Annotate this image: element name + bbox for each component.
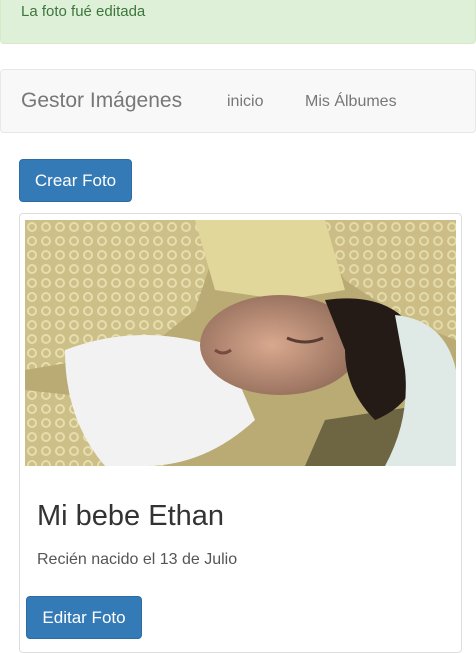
edit-photo-button[interactable]: Editar Foto xyxy=(26,596,142,639)
alert-message: La foto fué editada xyxy=(21,3,146,20)
navbar: Gestor Imágenes inicio Mis Álbumes xyxy=(0,69,476,133)
newborn-photo-graphic xyxy=(25,220,456,466)
create-photo-button[interactable]: Crear Foto xyxy=(19,159,132,202)
photo-title: Mi bebe Ethan xyxy=(37,500,225,532)
photo-image xyxy=(25,220,456,466)
photo-description: Recién nacido el 13 de Julio xyxy=(37,551,238,568)
nav-link-inicio[interactable]: inicio xyxy=(227,93,263,111)
nav-link-mis-albumes[interactable]: Mis Álbumes xyxy=(305,93,397,111)
navbar-brand[interactable]: Gestor Imágenes xyxy=(21,89,182,113)
photo-card: Mi bebe Ethan Recién nacido el 13 de Jul… xyxy=(19,213,462,653)
success-alert: La foto fué editada xyxy=(0,0,476,44)
